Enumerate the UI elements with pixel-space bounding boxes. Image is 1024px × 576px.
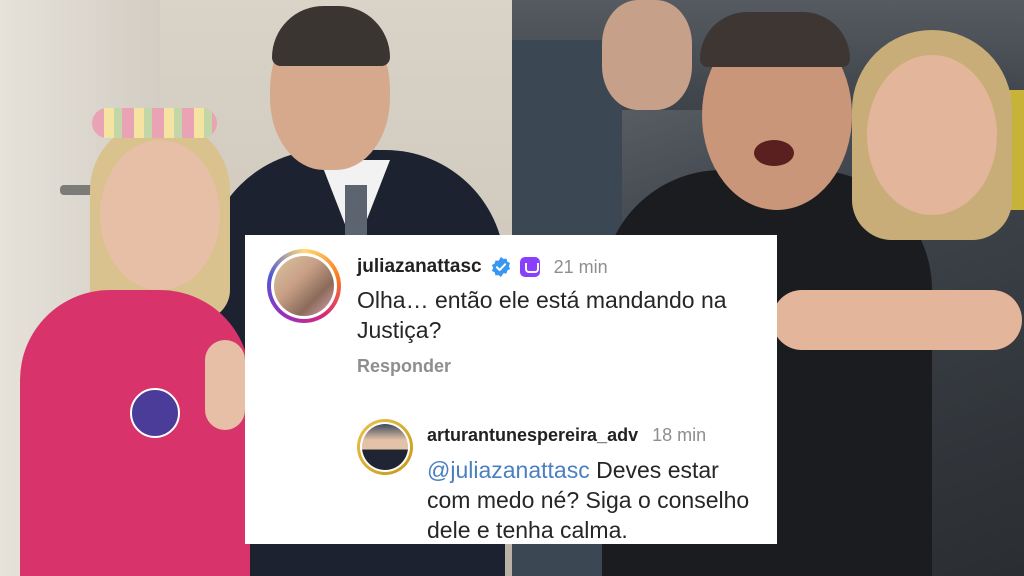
reply-button[interactable]: Responder [357,356,451,377]
avatar-photo [274,256,334,316]
verified-icon [491,256,510,278]
campaign-button-pin [130,388,180,438]
reply-user-avatar[interactable] [357,419,413,475]
reply-username[interactable]: arturantunespereira_adv [427,425,638,446]
subscriber-badge-icon [519,257,540,277]
comment-header: juliazanattasc 21 min [357,253,608,281]
comment-text: Olha… então ele está mandando na Justiça… [357,287,727,343]
woman-arms-hug [772,290,1022,350]
man-hair [700,12,850,67]
mention-link[interactable]: @juliazanattasc [427,457,590,483]
woman-hand [205,340,245,430]
comment-time: 21 min [553,256,608,277]
reply-time: 18 min [652,424,707,445]
woman-head [100,140,220,290]
man-hair [272,6,390,66]
comment-username[interactable]: juliazanattasc [357,256,482,278]
user-avatar[interactable] [267,249,341,323]
bystander-head [602,0,692,110]
woman-head [867,55,997,215]
flower-crown [92,108,217,138]
reply-text: @juliazanattasc Deves estar com medo né?… [427,455,757,545]
comment-card: juliazanattasc 21 min Olha… então ele es… [245,235,777,544]
man-open-mouth [754,140,794,166]
avatar-photo [362,424,408,470]
reply-header: arturantunespereira_adv 18 min [427,422,706,448]
woman-pink-jacket [20,290,250,576]
